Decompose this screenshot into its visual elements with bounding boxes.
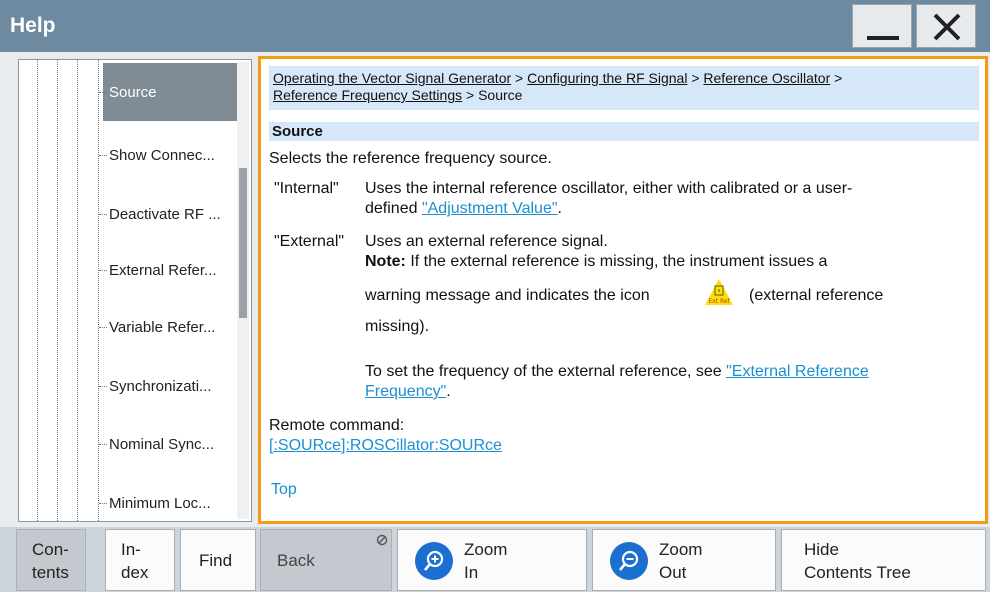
external-note: Note: If the external reference is missi… [365, 251, 827, 272]
hide-label-1: Hide [804, 540, 839, 559]
back-button[interactable]: Back [260, 529, 392, 591]
warning-text-prefix: warning message and indicates the icon [365, 287, 650, 304]
help-content-panel: Operating the Vector Signal Generator > … [258, 56, 988, 524]
tree-item-label: Variable Refer... [109, 318, 216, 336]
external-desc-line1: Uses an external reference signal. [365, 233, 608, 250]
find-label: Find [199, 551, 233, 570]
tree-guide-line [98, 60, 99, 521]
breadcrumb-separator: > [511, 70, 528, 86]
warning-text-suffix: (external reference [749, 287, 884, 304]
find-button[interactable]: Find [180, 529, 256, 591]
tree-item-label: Synchronizati... [109, 377, 212, 395]
tree-item-synchronization[interactable]: Synchronizati... [99, 357, 239, 415]
zoom-out-button[interactable]: Zoom Out [592, 529, 776, 591]
index-label-2: dex [121, 563, 149, 582]
tree-item-label: External Refer... [109, 261, 217, 279]
set-frequency-text: To set the frequency of the external ref… [365, 361, 869, 382]
internal-desc-suffix: . [557, 200, 562, 217]
set-frequency-prefix: To set the frequency of the external ref… [365, 363, 727, 380]
contents-label-1: Con- [32, 540, 69, 559]
tree-item-label: Nominal Sync... [109, 435, 215, 453]
internal-desc-prefix: defined [365, 200, 422, 217]
remote-command-label: Remote command: [269, 417, 405, 434]
tree-scrollbar-thumb[interactable] [239, 168, 247, 318]
tree-scrollbar[interactable] [237, 62, 249, 519]
note-label: Note: [365, 253, 406, 270]
external-key: "External" [274, 233, 345, 250]
top-link[interactable]: Top [271, 479, 297, 500]
breadcrumb: Operating the Vector Signal Generator > … [269, 66, 979, 110]
tree-item-external-reference[interactable]: External Refer... [99, 241, 239, 299]
external-reference-frequency-link[interactable]: "External Reference [726, 363, 869, 380]
tree-item-show-connectors[interactable]: Show Connec... [99, 126, 239, 184]
tree-guide-line [57, 60, 58, 521]
section-title: Source [269, 122, 979, 141]
minimize-button[interactable] [852, 4, 912, 48]
ext-ref-icon-text: Ext Ref [708, 298, 730, 305]
internal-desc-line1: Uses the internal reference oscillator, … [365, 180, 853, 197]
zoom-out-label-1: Zoom [659, 540, 703, 559]
back-label: Back [277, 551, 315, 570]
tree-item-variable-reference[interactable]: Variable Refer... [99, 298, 239, 356]
hide-contents-tree-button[interactable]: Hide Contents Tree [781, 529, 986, 591]
breadcrumb-separator: > [687, 70, 704, 86]
breadcrumb-separator: > [462, 87, 479, 103]
window-title: Help [10, 14, 56, 37]
index-button[interactable]: In- dex [105, 529, 175, 591]
zoom-in-label-2: In [464, 563, 479, 582]
external-reference-frequency-link-cont[interactable]: Frequency" [365, 383, 446, 400]
tree-item-label: Show Connec... [109, 146, 215, 164]
tree-item-source[interactable]: Source [99, 63, 239, 121]
close-icon [933, 13, 961, 41]
zoom-in-button[interactable]: Zoom In [397, 529, 587, 591]
title-bar: Help [0, 0, 990, 52]
disabled-icon [376, 534, 388, 546]
remote-command-link[interactable]: [:SOURce]:ROSCillator:SOURce [269, 435, 502, 456]
tree-item-label: Source [109, 83, 157, 101]
warning-text-end: missing). [365, 318, 430, 335]
breadcrumb-link-configuring-rf[interactable]: Configuring the RF Signal [527, 70, 687, 86]
zoom-in-icon [415, 542, 453, 580]
breadcrumb-current: Source [478, 87, 523, 103]
breadcrumb-link-operating[interactable]: Operating the Vector Signal Generator [273, 70, 511, 86]
set-frequency-end: . [446, 383, 451, 400]
breadcrumb-separator: > [830, 70, 843, 86]
tree-item-deactivate-rf[interactable]: Deactivate RF ... [99, 185, 239, 243]
index-label-1: In- [121, 540, 141, 559]
contents-button[interactable]: Con- tents [16, 529, 86, 591]
tree-item-minimum-lock[interactable]: Minimum Loc... [99, 474, 239, 521]
zoom-out-label-2: Out [659, 563, 687, 582]
close-button[interactable] [916, 4, 976, 48]
contents-tree: Source Show Connec... Deactivate RF ... … [18, 59, 252, 522]
zoom-in-label-1: Zoom [464, 540, 508, 559]
zoom-out-icon [610, 542, 648, 580]
adjustment-value-link[interactable]: "Adjustment Value" [422, 200, 558, 217]
breadcrumb-link-reference-frequency-settings[interactable]: Reference Frequency Settings [273, 87, 462, 103]
ext-ref-missing-icon: Ext Ref [704, 277, 734, 307]
tree-item-label: Minimum Loc... [109, 494, 211, 512]
warning-triangle-icon: Ext Ref [705, 279, 733, 305]
internal-key: "Internal" [274, 180, 339, 197]
hide-label-2: Contents Tree [804, 563, 911, 582]
internal-desc-line2: defined "Adjustment Value". [365, 198, 562, 219]
minimize-icon [867, 36, 899, 40]
tree-guide-line [37, 60, 38, 521]
set-frequency-text-line2: Frequency". [365, 381, 451, 402]
breadcrumb-link-reference-oscillator[interactable]: Reference Oscillator [703, 70, 830, 86]
description-text: Selects the reference frequency source. [269, 150, 552, 167]
tree-item-label: Deactivate RF ... [109, 205, 221, 223]
tree-guide-line [77, 60, 78, 521]
contents-label-2: tents [32, 563, 69, 582]
tree-item-nominal-sync[interactable]: Nominal Sync... [99, 415, 239, 473]
note-text: If the external reference is missing, th… [405, 253, 828, 270]
